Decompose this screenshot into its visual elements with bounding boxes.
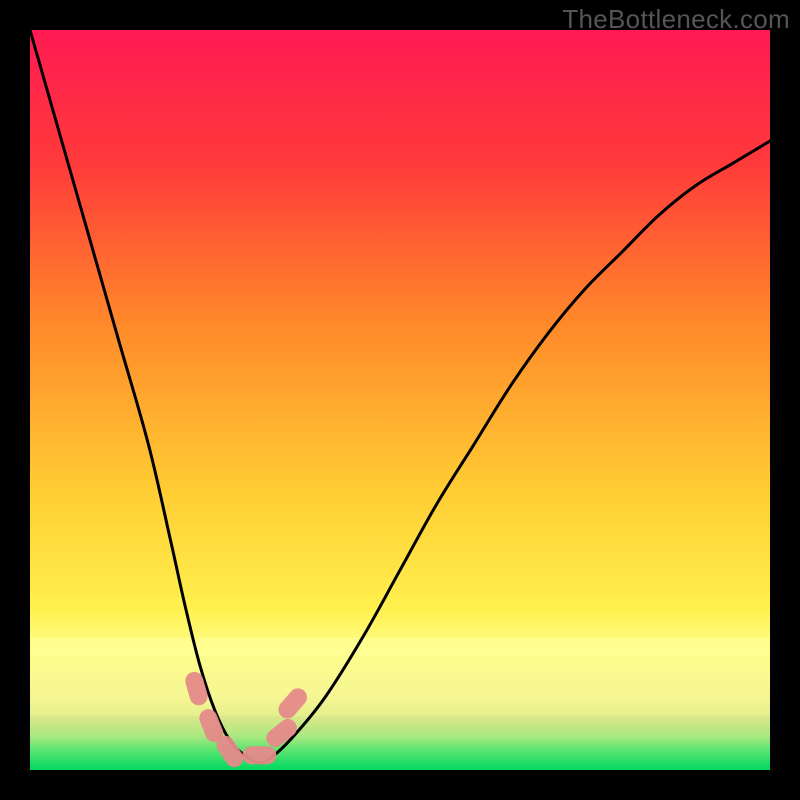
watermark-label: TheBottleneck.com	[562, 4, 790, 35]
curve-marker	[242, 746, 276, 764]
chart-frame: TheBottleneck.com	[0, 0, 800, 800]
bottleneck-chart	[30, 30, 770, 770]
plot-area	[30, 30, 770, 770]
yellow-band-lower	[30, 656, 770, 716]
yellow-band	[30, 638, 770, 656]
